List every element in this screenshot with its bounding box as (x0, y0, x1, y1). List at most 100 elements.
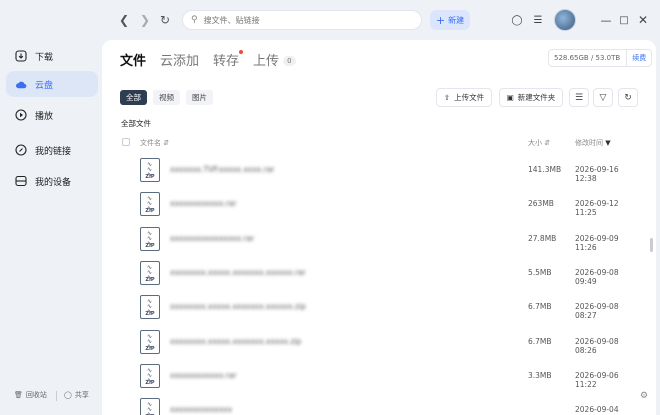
sidebar-item-download[interactable]: 下载 (6, 43, 98, 69)
zip-file-icon: ∿∿∿ZIP (140, 158, 160, 182)
sidebar-item-links[interactable]: 我的链接 (6, 137, 98, 163)
zip-file-icon: ∿∿∿ZIP (140, 295, 160, 320)
filter-video[interactable]: 视频 (153, 90, 180, 105)
upload-icon: ⇧ (443, 93, 451, 102)
table-row[interactable]: ∿ ∿ ∿ ZIP xxxxxxxx.xxxxx.xxxxxxx.xxxxxx.rar 5… (120, 257, 640, 291)
file-size: 27.8MB (528, 233, 557, 243)
tab-files[interactable]: 文件 (120, 50, 146, 69)
play-icon (15, 109, 27, 121)
file-time: 2026-09-16 12:38 (575, 165, 619, 183)
maximize-icon[interactable]: □ (616, 12, 632, 28)
sidebar-item-label: 我的设备 (35, 177, 72, 188)
notification-dot (239, 50, 244, 54)
file-time: 2026-09-06 11:22 (575, 370, 619, 389)
refresh-icon[interactable]: ↻ (157, 12, 173, 28)
file-size: 6.7MB (528, 336, 552, 346)
column-header-size[interactable]: 大小 ⇵ (528, 138, 550, 148)
file-time: 2026-09-08 08:26 (575, 336, 619, 355)
trash-icon: 🗑 (14, 391, 23, 399)
file-name: xxxxxxxxxxxx.rar (170, 370, 237, 380)
recycle-bin-button[interactable]: 🗑 回收站 (14, 390, 47, 400)
sidebar-item-label: 我的链接 (35, 146, 72, 157)
select-all-checkbox[interactable] (122, 138, 130, 146)
minimize-icon[interactable]: — (598, 12, 614, 28)
skin-icon[interactable]: ◯ (509, 12, 525, 28)
cloud-icon (15, 78, 27, 90)
new-folder-button[interactable]: ▣ 新建文件夹 (499, 88, 563, 107)
sort-desc-icon: ▼ (605, 139, 611, 147)
table-row[interactable]: ∿∿∿ZIP xxxxxxxxxxxxxx 2026-09-04 10:55 (120, 394, 640, 415)
file-time: 2026-09-08 09:49 (575, 267, 619, 286)
zip-file-icon: ∿∿∿ZIP (140, 329, 160, 354)
file-name: xxxxxxxx.xxxxx.xxxxxxx.xxxxxx.zip (170, 302, 306, 312)
zip-file-icon: ∿∿∿ZIP (140, 192, 160, 217)
new-button-label: 新建 (448, 15, 465, 25)
file-time: 2026-09-12 11:25 (575, 199, 619, 218)
filter-icon[interactable]: ▽ (593, 88, 613, 107)
sidebar-item-play[interactable]: 播放 (6, 102, 98, 128)
column-header-time[interactable]: 修改时间 ▼ (575, 138, 611, 148)
search-input[interactable] (203, 15, 404, 25)
main-panel: 文件 云添加 转存 上传 0 528.65GB / 53.0TB 续费 全部 视频… (102, 40, 656, 415)
tab-cloud-add[interactable]: 云添加 (160, 50, 199, 69)
download-icon (15, 50, 27, 62)
table-header: 文件名 ⇵ 大小 ⇵ 修改时间 ▼ (120, 136, 640, 150)
recycle-bin-label: 回收站 (25, 391, 47, 399)
sort-toggle-icon: ⇵ (163, 139, 170, 147)
share-icon: ◯ (64, 391, 72, 399)
sidebar-item-label: 播放 (35, 111, 54, 122)
file-size: 141.3MB (528, 165, 562, 174)
file-name: xxxxxxxx.xxxxx.xxxxxxx.xxxxxx.rar (170, 267, 306, 277)
upload-count-badge: 0 (283, 56, 296, 66)
new-button[interactable]: + 新建 (430, 10, 470, 30)
renew-button[interactable]: 续费 (626, 50, 651, 66)
file-name: xxxxxxxxxxxxxx (170, 405, 233, 415)
search-box[interactable]: ⚲ (182, 10, 422, 30)
forward-icon[interactable]: ❯ (137, 12, 153, 28)
table-row[interactable]: ∿ ∿ ∿ ZIP xxxxxxxx.xxxxx.xxxxxxx.xxxxx.zip 6.… (120, 326, 640, 360)
more-icon[interactable]: ⚙ (638, 390, 650, 402)
zip-file-icon: ∿∿∿ZIP (140, 260, 160, 285)
filter-image[interactable]: 图片 (186, 90, 213, 105)
table-row[interactable]: ∿ ∿ ∿ ZIP xxxxxxxxxxxx.rar 3.3MB 2026-09-06 11… (120, 360, 640, 394)
back-icon[interactable]: ❮ (116, 12, 132, 28)
avatar[interactable] (554, 9, 576, 31)
close-icon[interactable]: ✕ (635, 12, 651, 28)
tab-bar: 文件 云添加 转存 上传 0 (120, 50, 296, 69)
table-row[interactable]: ∿ ∿ ∿ ZIP xxxxxxx.TVP.xxxxx.xxxx.rar 141.3MB 2… (120, 154, 640, 188)
share-label: 共享 (74, 391, 89, 399)
sidebar: 下载 云盘 播放 我的链接 我的设备 (0, 40, 102, 415)
column-header-name[interactable]: 文件名 ⇵ (140, 138, 169, 148)
share-button[interactable]: ◯ 共享 (64, 390, 89, 400)
storage-quota: 528.65GB / 53.0TB 续费 (548, 49, 653, 67)
sort-icon[interactable]: ☰ (569, 88, 589, 107)
table-row[interactable]: ∿ ∿ ∿ ZIP xxxxxxxx.xxxxx.xxxxxxx.xxxxxx.zip 6… (120, 291, 640, 325)
table-row[interactable]: ∿ ∿ ∿ ZIP xxxxxxxxxxxx.rar 263MB 2026-09-12 11… (120, 188, 640, 222)
plus-icon: + (435, 13, 446, 27)
refresh-list-icon[interactable]: ↻ (618, 88, 638, 107)
file-name: xxxxxxx.TVP.xxxxx.xxxx.rar (170, 165, 275, 174)
table-row[interactable]: ∿ ∿ ∿ ZIP xxxxxxxxxxxxxxxx.rar 27.8MB 2026-09-… (120, 223, 640, 257)
folder-plus-icon: ▣ (506, 93, 514, 102)
upload-file-button[interactable]: ⇧ 上传文件 (436, 88, 492, 107)
sort-toggle-icon: ⇵ (544, 139, 551, 147)
sidebar-item-devices[interactable]: 我的设备 (6, 168, 98, 194)
zip-file-icon: ∿∿∿ZIP (140, 363, 160, 388)
title-bar: ❮ ❯ ↻ ⚲ + 新建 ◯ ☰ — □ ✕ (0, 0, 660, 40)
storage-usage: 528.65GB / 53.0TB (554, 54, 621, 62)
file-time: 2026-09-04 10:55 (575, 405, 619, 415)
breadcrumb[interactable]: 全部文件 (121, 118, 151, 129)
file-size: 3.3MB (528, 370, 552, 380)
search-icon: ⚲ (191, 15, 198, 25)
sidebar-item-cloud[interactable]: 云盘 (6, 71, 98, 97)
link-icon (15, 144, 27, 156)
file-time: 2026-09-08 08:27 (575, 302, 619, 321)
menu-icon[interactable]: ☰ (530, 12, 546, 28)
scrollbar[interactable] (650, 238, 653, 252)
tab-transfer[interactable]: 转存 (213, 50, 244, 69)
filter-bar: 全部 视频 图片 (120, 90, 213, 105)
tab-upload[interactable]: 上传 0 (253, 50, 296, 69)
filter-all[interactable]: 全部 (120, 90, 147, 105)
divider (56, 391, 57, 401)
file-name: xxxxxxxx.xxxxx.xxxxxxx.xxxxx.zip (170, 336, 302, 346)
